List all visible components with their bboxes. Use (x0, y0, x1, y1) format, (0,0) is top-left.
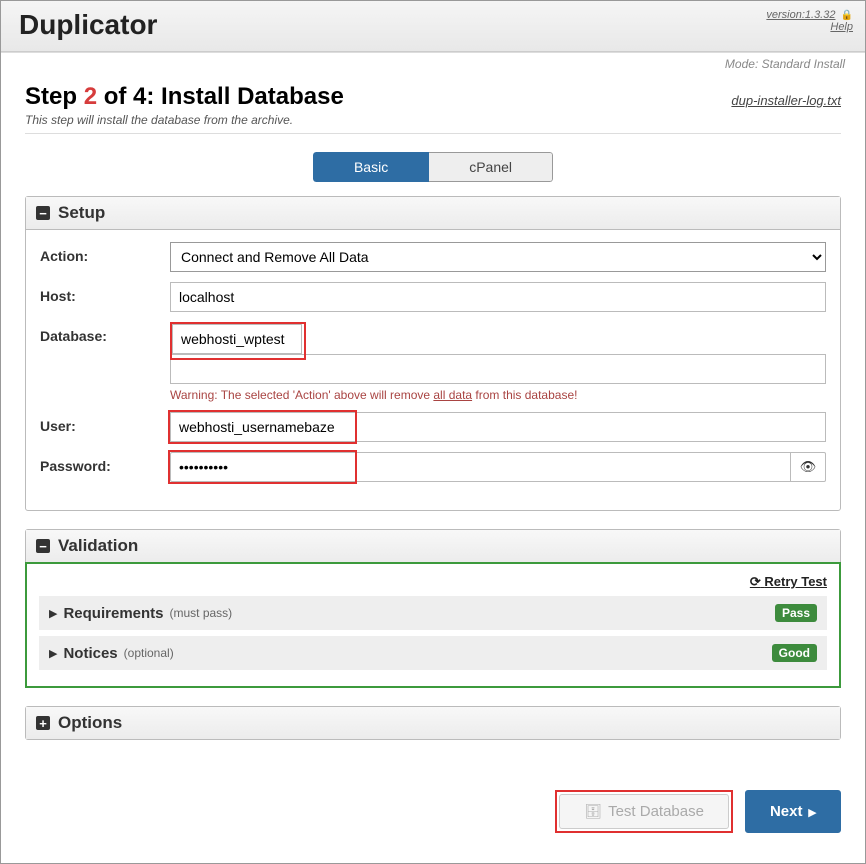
footer-buttons: 🗄 Test Database Next ▸ (25, 790, 841, 833)
requirements-badge: Pass (775, 604, 817, 622)
validation-panel: − Validation ⟳ Retry Test ▶ Requirements… (25, 529, 841, 688)
retry-test-link[interactable]: ⟳ Retry Test (750, 574, 827, 589)
options-title: Options (58, 713, 122, 733)
lock-icon: 🔒 (841, 10, 853, 21)
step-subtitle: This step will install the database from… (25, 113, 344, 127)
minus-icon: − (36, 539, 50, 553)
user-input[interactable] (170, 412, 826, 442)
test-database-button[interactable]: 🗄 Test Database (559, 794, 729, 829)
step-title: Step 2 of 4: Install Database (25, 83, 344, 111)
eye-icon: 👁 (800, 459, 817, 475)
password-label: Password: (40, 452, 170, 474)
requirements-title: Requirements (63, 605, 163, 622)
mode-line: Mode: Standard Install (1, 52, 865, 71)
setup-panel: − Setup Action: Connect and Remove All D… (25, 196, 841, 511)
setup-panel-header[interactable]: − Setup (26, 197, 840, 230)
tab-row: Basic cPanel (25, 152, 841, 182)
options-panel: + Options (25, 706, 841, 740)
requirements-note: (must pass) (170, 606, 233, 620)
header-right: version:1.3.32 🔒 Help (766, 9, 853, 33)
minus-icon: − (36, 206, 50, 220)
host-input[interactable] (170, 282, 826, 312)
host-label: Host: (40, 282, 170, 304)
requirements-row[interactable]: ▶ Requirements (must pass) Pass (39, 596, 827, 630)
help-link[interactable]: Help (830, 21, 853, 33)
brand-title: Duplicator (19, 9, 157, 41)
action-label: Action: (40, 242, 170, 264)
password-input[interactable] (170, 452, 790, 482)
database-icon: 🗄 (584, 803, 602, 820)
refresh-icon: ⟳ (750, 574, 761, 589)
database-label: Database: (40, 322, 170, 344)
database-warning: Warning: The selected 'Action' above wil… (170, 388, 826, 402)
tab-basic[interactable]: Basic (313, 152, 429, 182)
step-number: 2 (84, 83, 97, 110)
caret-right-icon: ▶ (49, 647, 57, 660)
action-select[interactable]: Connect and Remove All Data (170, 242, 826, 272)
caret-right-icon: ▶ (49, 607, 57, 620)
header: Duplicator version:1.3.32 🔒 Help (1, 1, 865, 52)
plus-icon: + (36, 716, 50, 730)
all-data-link[interactable]: all data (433, 388, 472, 402)
step-header: Step 2 of 4: Install Database This step … (25, 83, 841, 134)
setup-title: Setup (58, 203, 105, 223)
notices-note: (optional) (124, 646, 174, 660)
notices-row[interactable]: ▶ Notices (optional) Good (39, 636, 827, 670)
caret-right-icon: ▸ (808, 803, 816, 821)
validation-panel-header[interactable]: − Validation (26, 530, 840, 563)
notices-title: Notices (63, 645, 117, 662)
password-toggle[interactable]: 👁 (790, 452, 826, 482)
database-input[interactable] (172, 324, 302, 354)
version-link[interactable]: version:1.3.32 (766, 9, 835, 21)
installer-log-link[interactable]: dup-installer-log.txt (731, 93, 841, 108)
validation-title: Validation (58, 536, 138, 556)
tab-cpanel[interactable]: cPanel (429, 152, 553, 182)
next-button[interactable]: Next ▸ (745, 790, 841, 833)
user-label: User: (40, 412, 170, 434)
options-panel-header[interactable]: + Options (26, 707, 840, 739)
notices-badge: Good (772, 644, 817, 662)
